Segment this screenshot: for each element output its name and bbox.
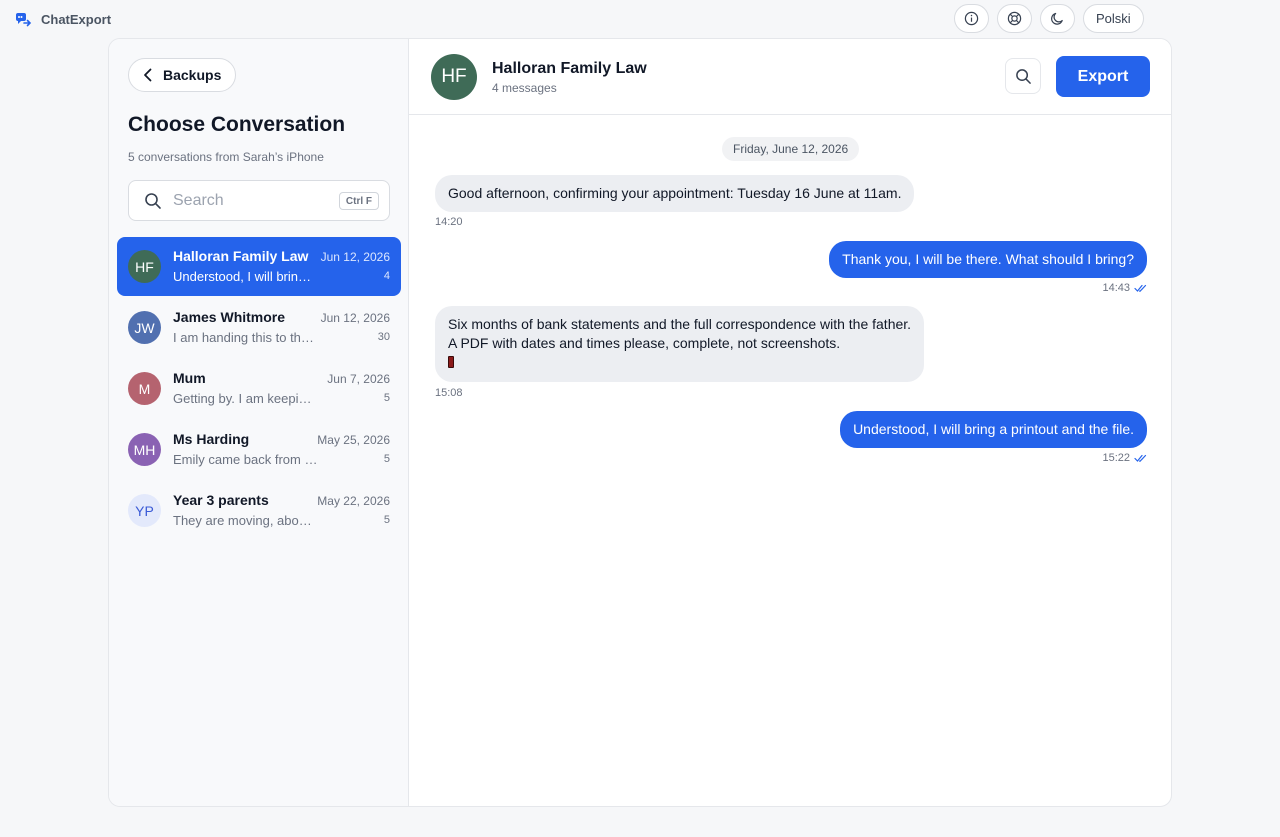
conversation-preview: Understood, I will bring a printout and …	[173, 269, 318, 284]
conversation-count: 4	[383, 270, 390, 282]
message-bubble-incoming: Good afternoon, confirming your appointm…	[435, 175, 915, 212]
conversation-name: James Whitmore	[173, 309, 286, 325]
message-time-text: 14:20	[435, 216, 463, 228]
conversation-preview: Getting by. I am keeping busy with the g…	[173, 391, 318, 406]
sidebar-subtitle: 5 conversations from Sarah’s iPhone	[128, 150, 324, 164]
avatar: M	[128, 372, 161, 405]
info-icon	[964, 11, 979, 26]
message-text: Thank you, I will be there. What should …	[842, 251, 1134, 267]
theme-toggle-button[interactable]	[1040, 4, 1075, 33]
message-bubble-outgoing: Thank you, I will be there. What should …	[829, 241, 1147, 278]
message-time: 14:43	[1102, 282, 1147, 294]
message-text: Six months of bank statements and the fu…	[448, 316, 912, 332]
message-bubble-outgoing: Understood, I will bring a printout and …	[840, 411, 1147, 448]
conversation-name: Ms Harding	[173, 431, 250, 447]
conversation-preview: I am handing this to the solicitor now.	[173, 330, 318, 345]
pdf-attachment-icon[interactable]	[448, 356, 454, 368]
main-card: Backups Choose Conversation 5 conversati…	[108, 38, 1172, 807]
conversation-count: 5	[383, 392, 390, 404]
conversation-date: May 22, 2026	[317, 494, 390, 508]
conversation-sidebar: Backups Choose Conversation 5 conversati…	[109, 39, 409, 806]
top-bar: ChatExport Polski	[0, 0, 1280, 38]
conversation-search[interactable]: Ctrl F	[128, 180, 390, 221]
chat-pane: HF Halloran Family Law 4 messages Export…	[409, 39, 1171, 806]
conversation-name: Halloran Family Law	[173, 248, 309, 264]
back-button-label: Backups	[163, 67, 222, 83]
conversation-name: Mum	[173, 370, 206, 386]
search-icon	[1015, 68, 1031, 84]
brand: ChatExport	[15, 10, 111, 28]
message-time: 15:08	[435, 387, 463, 399]
avatar: HF	[431, 54, 477, 100]
conversation-date: Jun 12, 2026	[320, 250, 390, 264]
message-time-text: 14:43	[1102, 282, 1130, 294]
moon-icon	[1051, 12, 1063, 25]
message-time-text: 15:22	[1102, 452, 1130, 464]
conversation-item-james-whitmore[interactable]: JW James Whitmore Jun 12, 2026 I am hand…	[117, 298, 401, 357]
conversation-list: HF Halloran Family Law Jun 12, 2026 Unde…	[117, 237, 401, 542]
search-input[interactable]	[173, 190, 333, 212]
conversation-item-ms-harding[interactable]: MH Ms Harding May 25, 2026 Emily came ba…	[117, 420, 401, 479]
message-time: 14:20	[435, 216, 463, 228]
chat-header: HF Halloran Family Law 4 messages Export	[409, 39, 1171, 115]
search-messages-button[interactable]	[1005, 58, 1041, 94]
read-receipt-icon	[1134, 284, 1147, 292]
app-name: ChatExport	[41, 11, 112, 27]
language-button[interactable]: Polski	[1083, 4, 1144, 33]
read-receipt-icon	[1134, 454, 1147, 462]
conversation-date: May 25, 2026	[317, 433, 390, 447]
message-time: 15:22	[1102, 452, 1147, 464]
conversation-date: Jun 12, 2026	[320, 311, 390, 325]
conversation-date: Jun 7, 2026	[327, 372, 390, 386]
chat-export-logo-icon	[16, 12, 32, 26]
conversation-item-year-3-parents[interactable]: YP Year 3 parents May 22, 2026 They are …	[117, 481, 401, 540]
sidebar-title: Choose Conversation	[128, 113, 346, 136]
chevron-left-icon	[144, 68, 152, 82]
message-text: Understood, I will bring a printout and …	[853, 421, 1134, 437]
search-icon	[145, 193, 161, 209]
avatar: HF	[128, 250, 161, 283]
backups-back-button[interactable]: Backups	[128, 58, 237, 92]
help-button[interactable]	[997, 4, 1032, 33]
lifebuoy-icon	[1007, 11, 1022, 26]
conversation-item-mum[interactable]: M Mum Jun 7, 2026 Getting by. I am keepi…	[117, 359, 401, 418]
avatar: YP	[128, 494, 161, 527]
message-text: Good afternoon, confirming your appointm…	[448, 185, 902, 201]
message-bubble-incoming: Six months of bank statements and the fu…	[435, 306, 925, 382]
conversation-preview: Emily came back from the trip very happy…	[173, 452, 318, 467]
message-count: 4 messages	[492, 81, 557, 95]
message-text: A PDF with dates and times please, compl…	[448, 335, 841, 351]
conversation-preview: They are moving, about the school fair.	[173, 513, 318, 528]
export-button[interactable]: Export	[1056, 56, 1150, 97]
contact-name: Halloran Family Law	[492, 60, 647, 77]
message-time-text: 15:08	[435, 387, 463, 399]
conversation-count: 5	[383, 514, 390, 526]
info-button[interactable]	[954, 4, 989, 33]
date-separator: Friday, June 12, 2026	[722, 137, 860, 161]
conversation-count: 5	[383, 453, 390, 465]
search-shortcut-badge: Ctrl F	[338, 192, 379, 210]
avatar: MH	[128, 433, 161, 466]
conversation-item-halloran-family-law[interactable]: HF Halloran Family Law Jun 12, 2026 Unde…	[117, 237, 401, 296]
top-actions: Polski	[954, 4, 1144, 33]
avatar: JW	[128, 311, 161, 344]
conversation-name: Year 3 parents	[173, 492, 269, 508]
conversation-count: 30	[377, 331, 390, 343]
